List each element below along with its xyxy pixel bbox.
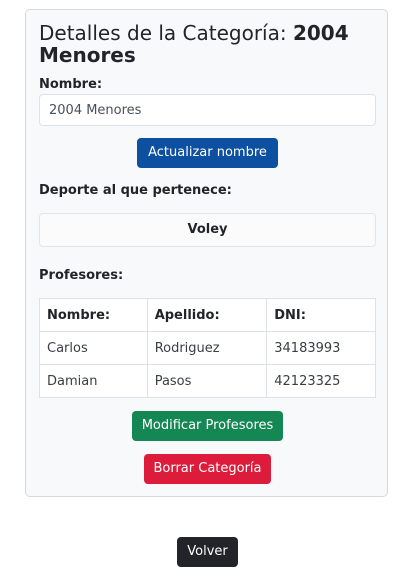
teacher-dni: 34183993 (266, 331, 376, 365)
teacher-last-name: Pasos (146, 364, 268, 398)
back-button[interactable]: Volver (177, 537, 238, 567)
teacher-last-name: Rodriguez (146, 331, 268, 365)
header-dni: DNI: (266, 298, 376, 332)
sport-label: Deporte al que pertenece: (39, 183, 232, 198)
title-prefix: Detalles de la Categoría: (39, 21, 293, 45)
name-label: Nombre: (39, 77, 103, 92)
modify-teachers-button[interactable]: Modificar Profesores (132, 411, 283, 441)
header-apellido: Apellido: (146, 298, 268, 332)
sport-value: Voley (39, 213, 376, 247)
page-title: Detalles de la Categoría: 2004 Menores (39, 22, 369, 66)
delete-category-button[interactable]: Borrar Categoría (144, 454, 271, 484)
table-row: Carlos Rodriguez 34183993 (39, 331, 376, 365)
teacher-dni: 42123325 (266, 364, 376, 398)
teacher-first-name: Damian (39, 364, 148, 398)
teachers-table: Nombre: Apellido: DNI: Carlos Rodriguez … (39, 298, 376, 398)
category-details-card: Detalles de la Categoría: 2004 Menores N… (25, 9, 388, 497)
update-name-button[interactable]: Actualizar nombre (137, 138, 278, 168)
teachers-label: Profesores: (39, 268, 124, 283)
header-nombre: Nombre: (39, 298, 148, 332)
teacher-first-name: Carlos (39, 331, 148, 365)
table-header-row: Nombre: Apellido: DNI: (39, 298, 376, 332)
category-name-input[interactable] (39, 94, 376, 126)
table-row: Damian Pasos 42123325 (39, 364, 376, 398)
